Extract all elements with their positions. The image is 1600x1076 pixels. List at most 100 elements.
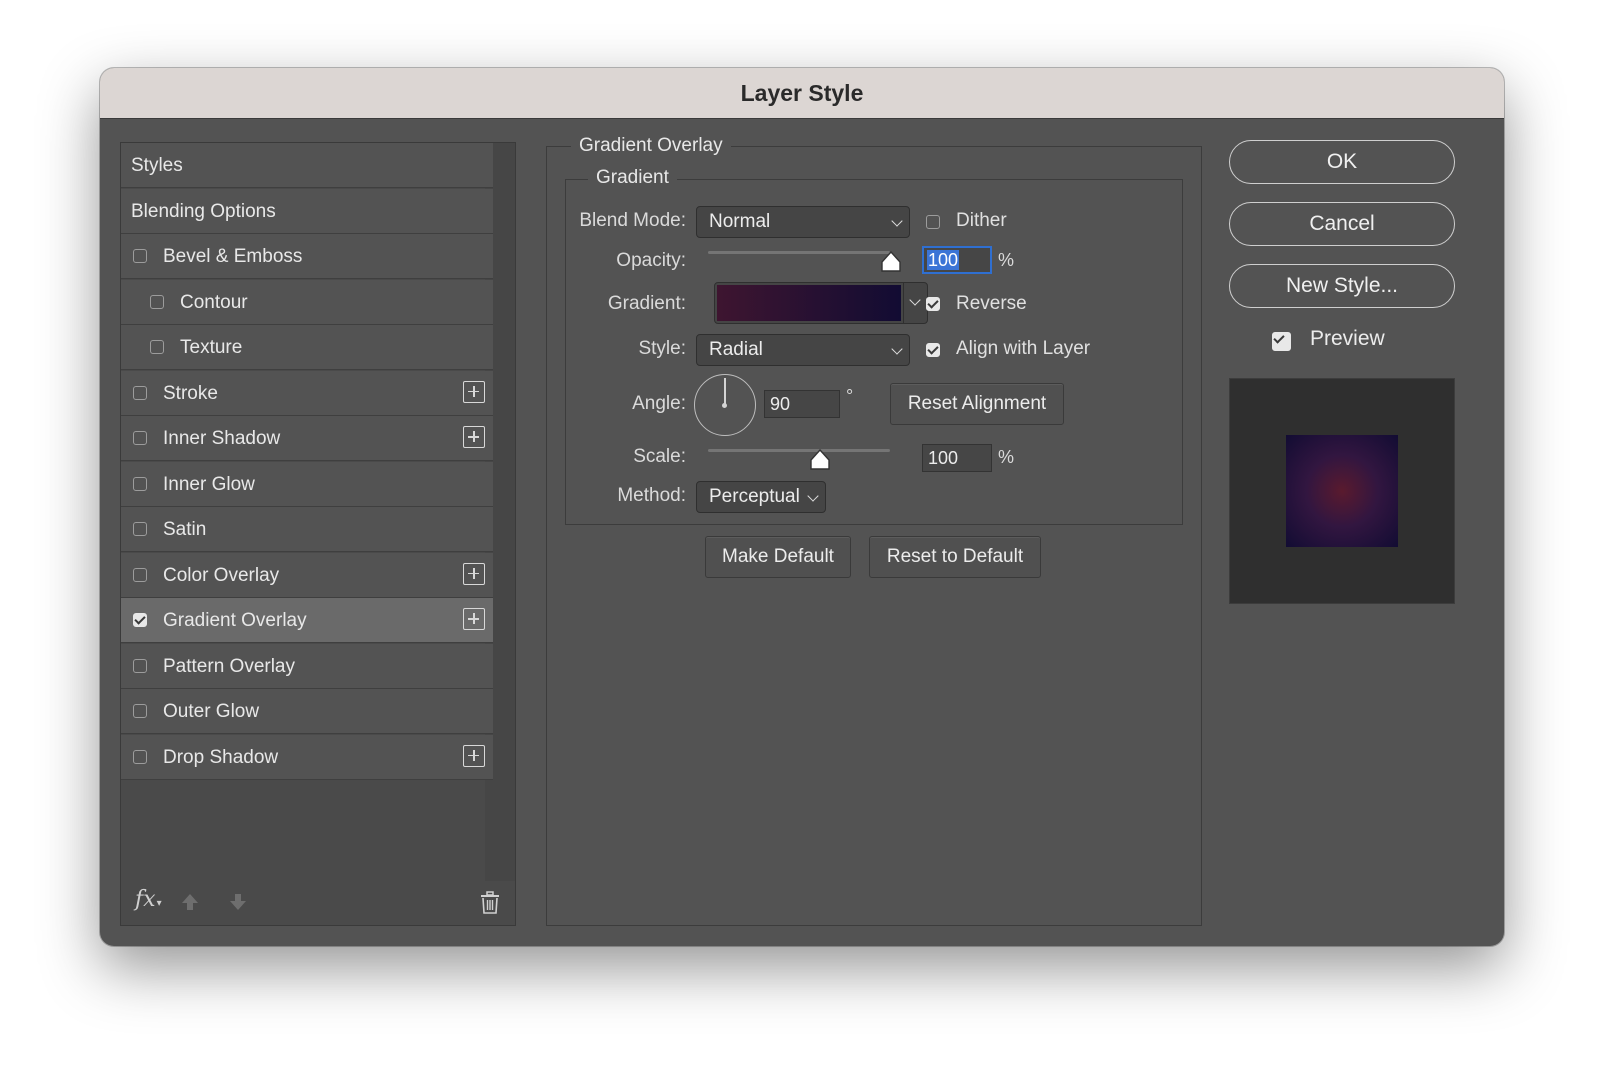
cancel-button[interactable]: Cancel [1229, 202, 1455, 246]
style-value: Radial [709, 339, 763, 360]
group-title: Gradient [588, 167, 677, 189]
reverse-label: Reverse [956, 293, 1027, 314]
style-item-label: Satin [163, 519, 207, 540]
drop-shadow-checkbox[interactable] [133, 749, 147, 764]
angle-input[interactable]: 90 [764, 390, 840, 418]
chevron-down-icon [807, 490, 819, 502]
style-item-label: Blending Options [131, 200, 276, 222]
scale-value: 100 [928, 448, 959, 468]
gradient-overlay-checkbox[interactable] [133, 613, 147, 627]
chevron-down-icon [891, 215, 903, 227]
style-item-inner-glow[interactable]: Inner Glow [121, 461, 493, 507]
styles-list-panel: Styles Blending Options Bevel & Emboss Cont… [120, 142, 516, 926]
opacity-value: 100 [927, 250, 960, 270]
gradient-preview[interactable] [717, 285, 901, 321]
method-label: Method: [617, 485, 686, 506]
gradient-group: Gradient Blend Mode: Normal Dither Opaci… [565, 167, 1183, 525]
style-item-label: Bevel & Emboss [163, 246, 303, 267]
style-item-label: Gradient Overlay [163, 610, 307, 631]
add-color-overlay-icon[interactable] [463, 562, 485, 585]
style-item-label: Contour [180, 291, 248, 313]
ok-button[interactable]: OK [1229, 140, 1455, 184]
style-item-outer-glow[interactable]: Outer Glow [121, 689, 493, 734]
style-item-bevel-emboss[interactable]: Bevel & Emboss [121, 234, 493, 279]
fx-label: fx [135, 887, 156, 912]
opacity-slider-track[interactable] [708, 251, 890, 254]
align-with-layer-checkbox[interactable] [926, 343, 940, 357]
angle-label: Angle: [632, 393, 686, 414]
preview-checkbox[interactable] [1272, 332, 1291, 351]
make-default-button[interactable]: Make Default [705, 536, 851, 578]
add-stroke-icon[interactable] [463, 380, 485, 403]
reverse-checkbox[interactable] [926, 297, 940, 311]
scale-slider-thumb[interactable] [809, 449, 831, 471]
style-item-label: Pattern Overlay [163, 655, 295, 677]
inner-shadow-checkbox[interactable] [133, 431, 147, 445]
scale-label: Scale: [633, 446, 686, 467]
opacity-slider-thumb[interactable] [880, 251, 902, 273]
add-inner-shadow-icon[interactable] [463, 426, 485, 448]
opacity-label: Opacity: [616, 250, 686, 271]
stroke-checkbox[interactable] [133, 385, 147, 400]
style-item-label: Stroke [163, 382, 218, 404]
chevron-down-icon[interactable] [909, 294, 921, 306]
preview-swatch [1286, 435, 1398, 547]
gradient-picker[interactable] [714, 282, 928, 324]
scale-input[interactable]: 100 [922, 444, 992, 472]
dither-label: Dither [956, 210, 1007, 231]
section-title: Gradient Overlay [571, 135, 731, 157]
inner-glow-checkbox[interactable] [133, 476, 147, 491]
scale-unit: % [998, 447, 1015, 467]
outer-glow-checkbox[interactable] [133, 704, 147, 718]
add-gradient-overlay-icon[interactable] [463, 608, 485, 630]
blend-mode-dropdown[interactable]: Normal [696, 206, 910, 238]
style-item-pattern-overlay[interactable]: Pattern Overlay [121, 643, 493, 689]
add-drop-shadow-icon[interactable] [463, 744, 485, 767]
bevel-emboss-checkbox[interactable] [133, 249, 147, 263]
style-item-label: Styles [131, 155, 183, 176]
style-item-satin[interactable]: Satin [121, 507, 493, 552]
angle-dial[interactable] [694, 374, 756, 436]
new-style-button[interactable]: New Style... [1229, 264, 1455, 308]
reset-alignment-button[interactable]: Reset Alignment [890, 383, 1064, 425]
style-item-label: Inner Glow [163, 473, 255, 495]
style-item-stroke[interactable]: Stroke [121, 370, 493, 416]
style-item-contour[interactable]: Contour [121, 279, 493, 325]
gradient-label: Gradient: [607, 293, 686, 314]
satin-checkbox[interactable] [133, 522, 147, 536]
style-dropdown[interactable]: Radial [696, 334, 910, 366]
move-down-icon[interactable] [227, 891, 249, 913]
method-value: Perceptual [709, 486, 800, 507]
styles-list-footer: fx▾ [121, 879, 515, 925]
style-item-label: Color Overlay [163, 564, 280, 586]
style-item-color-overlay[interactable]: Color Overlay [121, 552, 493, 598]
gradient-overlay-panel: Gradient Overlay Gradient Blend Mode: No… [546, 135, 1202, 926]
fx-icon[interactable]: fx▾ [135, 887, 162, 912]
reset-to-default-button[interactable]: Reset to Default [869, 536, 1041, 578]
pattern-overlay-checkbox[interactable] [133, 658, 147, 673]
style-item-texture[interactable]: Texture [121, 325, 493, 370]
scale-slider-track[interactable] [708, 449, 890, 452]
style-item-drop-shadow[interactable]: Drop Shadow [121, 734, 493, 780]
blend-mode-label: Blend Mode: [579, 210, 686, 231]
opacity-unit: % [998, 250, 1015, 270]
angle-center-dot [722, 403, 727, 408]
style-preview [1229, 378, 1455, 604]
trash-icon[interactable] [479, 891, 501, 915]
angle-value: 90 [770, 394, 791, 414]
style-item-blending-options[interactable]: Blending Options [121, 188, 493, 234]
method-dropdown[interactable]: Perceptual [696, 481, 826, 513]
angle-needle [724, 378, 726, 405]
opacity-input[interactable]: 100 [922, 246, 992, 274]
dither-checkbox[interactable] [926, 215, 940, 229]
dialog-title: Layer Style [100, 68, 1504, 119]
move-up-icon[interactable] [179, 891, 201, 913]
align-with-layer-label: Align with Layer [956, 338, 1091, 359]
contour-checkbox[interactable] [150, 294, 164, 309]
color-overlay-checkbox[interactable] [133, 567, 147, 582]
texture-checkbox[interactable] [150, 340, 164, 354]
style-item-inner-shadow[interactable]: Inner Shadow [121, 416, 493, 461]
layer-style-dialog: Layer Style Styles Blending Options Bevel … [100, 68, 1504, 946]
style-item-gradient-overlay[interactable]: Gradient Overlay [121, 598, 493, 643]
style-item-styles[interactable]: Styles [121, 143, 493, 188]
